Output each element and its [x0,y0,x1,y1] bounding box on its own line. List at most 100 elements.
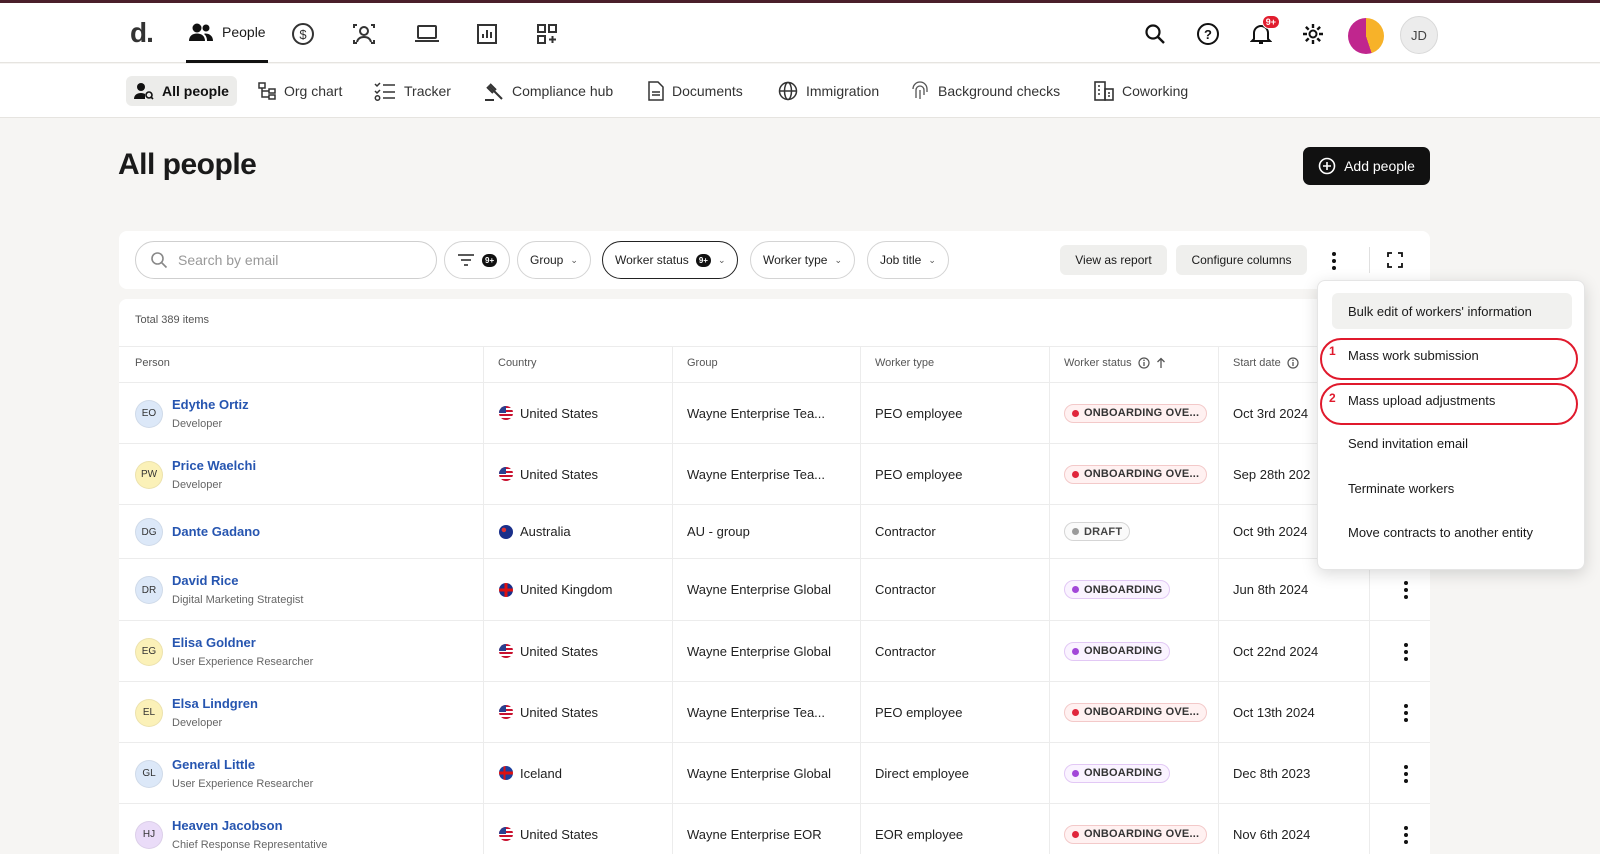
status-label: ONBOARDING OVE... [1084,706,1200,718]
subnav-coworking[interactable]: Coworking [1086,76,1196,106]
more-actions-button[interactable] [1326,252,1342,270]
table-row[interactable]: HJ Heaven Jacobson Chief Response Represen… [119,804,1430,854]
highlight-ring-2 [1320,383,1578,425]
status-dot [1072,528,1079,535]
help-icon[interactable]: ? [1193,19,1223,49]
table-row[interactable]: PW Price Waelchi Developer United States Way… [119,444,1430,505]
worker-status-cell: ONBOARDING [1064,763,1171,783]
start-date-cell: Jun 8th 2024 [1233,582,1309,597]
column-header-group[interactable]: Group [687,357,718,369]
group-cell: Wayne Enterprise Tea... [687,466,826,482]
deel-logo[interactable]: d. [130,17,154,49]
column-header-person[interactable]: Person [135,357,170,369]
start-date-cell: Sep 28th 202 [1233,466,1311,482]
group-filter[interactable]: Group ⌄ [517,241,591,279]
add-people-button[interactable]: Add people [1303,147,1430,185]
view-as-report-button[interactable]: View as report [1060,245,1167,275]
table-row[interactable]: EG Elisa Goldner User Experience Researche… [119,621,1430,682]
subnav-label: Compliance hub [512,83,614,99]
reports-icon[interactable] [472,19,502,49]
menu-item-send-invitation-email[interactable]: Send invitation email [1332,425,1572,461]
row-actions-button[interactable] [1398,825,1414,844]
person-name-link[interactable]: Elisa Goldner [172,635,256,650]
chevron-down-icon: ⌄ [570,254,578,265]
apps-icon[interactable] [532,19,562,49]
table-row[interactable]: DG Dante Gadano Australia AU - group Contrac… [119,505,1430,559]
table-row[interactable]: EO Edythe Ortiz Developer United States Wayn… [119,383,1430,444]
column-header-worker-type[interactable]: Worker type [875,357,934,369]
org-chart-icon [258,82,276,100]
devices-icon[interactable] [412,19,442,49]
country-cell: United Kingdom [499,582,613,597]
start-date-cell: Oct 9th 2024 [1233,524,1308,539]
column-header-worker-status[interactable]: Worker status [1064,357,1166,369]
menu-item-move-contracts[interactable]: Move contracts to another entity [1332,514,1572,550]
subnav-compliance-hub[interactable]: Compliance hub [476,76,621,106]
settings-gear-icon[interactable] [1298,19,1328,49]
person-name-link[interactable]: David Rice [172,573,238,588]
country-name: United States [520,826,599,842]
highlight-ring-1 [1320,338,1578,380]
job-title-filter[interactable]: Job title ⌄ [867,241,949,279]
status-badge: ONBOARDING OVE... [1064,464,1208,484]
menu-item-terminate-workers[interactable]: Terminate workers [1332,470,1572,506]
person-name-link[interactable]: Price Waelchi [172,458,256,473]
org-avatar[interactable] [1348,18,1384,54]
notification-count-badge: 9+ [1261,15,1280,29]
subnav-tracker[interactable]: Tracker [366,76,459,106]
chevron-down-icon: ⌄ [834,254,843,265]
menu-item-bulk-edit[interactable]: Bulk edit of workers' information [1332,293,1572,329]
worker-type-cell: PEO employee [875,405,963,421]
worker-type-filter[interactable]: Worker type ⌄ [750,241,856,279]
person-name-link[interactable]: Dante Gadano [172,524,260,539]
recruiting-icon[interactable] [349,19,379,49]
search-icon[interactable] [1140,19,1170,49]
globe-icon [778,81,798,101]
row-actions-button[interactable] [1398,581,1414,599]
person-name-link[interactable]: Elsa Lindgren [172,696,258,711]
divider [1369,247,1370,273]
worker-status-filter[interactable]: Worker status 9+ ⌄ [602,241,739,279]
subnav-immigration[interactable]: Immigration [770,76,887,106]
person-role: Developer [172,716,223,729]
row-actions-button[interactable] [1398,642,1414,661]
subnav-label: Documents [672,83,743,99]
payroll-icon[interactable]: $ [288,19,318,49]
subnav-org-chart[interactable]: Org chart [250,76,350,106]
row-actions-button[interactable] [1398,703,1414,722]
table-row[interactable]: DR David Rice Digital Marketing Strategist… [119,559,1430,621]
country-cell: United States [499,406,598,421]
sort-arrow-up-icon[interactable] [1156,357,1166,369]
column-header-start-date[interactable]: Start date [1233,357,1299,369]
status-badge: ONBOARDING OVE... [1064,824,1208,844]
subnav-background-checks[interactable]: Background checks [902,76,1068,106]
filter-icon [458,254,474,266]
filter-button[interactable]: 9+ [444,241,511,279]
person-name-link[interactable]: General Little [172,757,255,772]
configure-columns-button[interactable]: Configure columns [1176,245,1307,275]
country-cell: United States [499,705,598,720]
subnav-documents[interactable]: Documents [640,76,751,106]
fullscreen-icon[interactable] [1387,252,1403,271]
group-cell: Wayne Enterprise Tea... [687,405,826,421]
status-badge: ONBOARDING OVE... [1064,403,1208,423]
nav-people[interactable]: People [186,3,268,63]
subnav-all-people[interactable]: All people [126,76,237,106]
worker-status-count: 9+ [695,253,711,267]
person-avatar: EO [135,399,163,428]
column-header-country[interactable]: Country [498,357,537,369]
person-name-link[interactable]: Heaven Jacobson [172,818,283,833]
table-row[interactable]: GL General Little User Experience Research… [119,743,1430,804]
row-actions-button[interactable] [1398,764,1414,783]
person-role: User Experience Researcher [172,777,314,790]
search-input[interactable]: Search by email [135,241,437,279]
table-row[interactable]: EL Elsa Lindgren Developer United States Way… [119,682,1430,743]
svg-text:?: ? [1204,27,1212,42]
subnav-label: Immigration [806,83,880,99]
person-name-link[interactable]: Edythe Ortiz [172,397,249,412]
status-dot [1072,769,1079,777]
status-label: ONBOARDING OVE... [1084,407,1200,419]
notifications-icon[interactable]: 9+ [1246,15,1280,49]
start-date-cell: Oct 22nd 2024 [1233,643,1319,659]
user-avatar[interactable]: JD [1400,16,1438,54]
